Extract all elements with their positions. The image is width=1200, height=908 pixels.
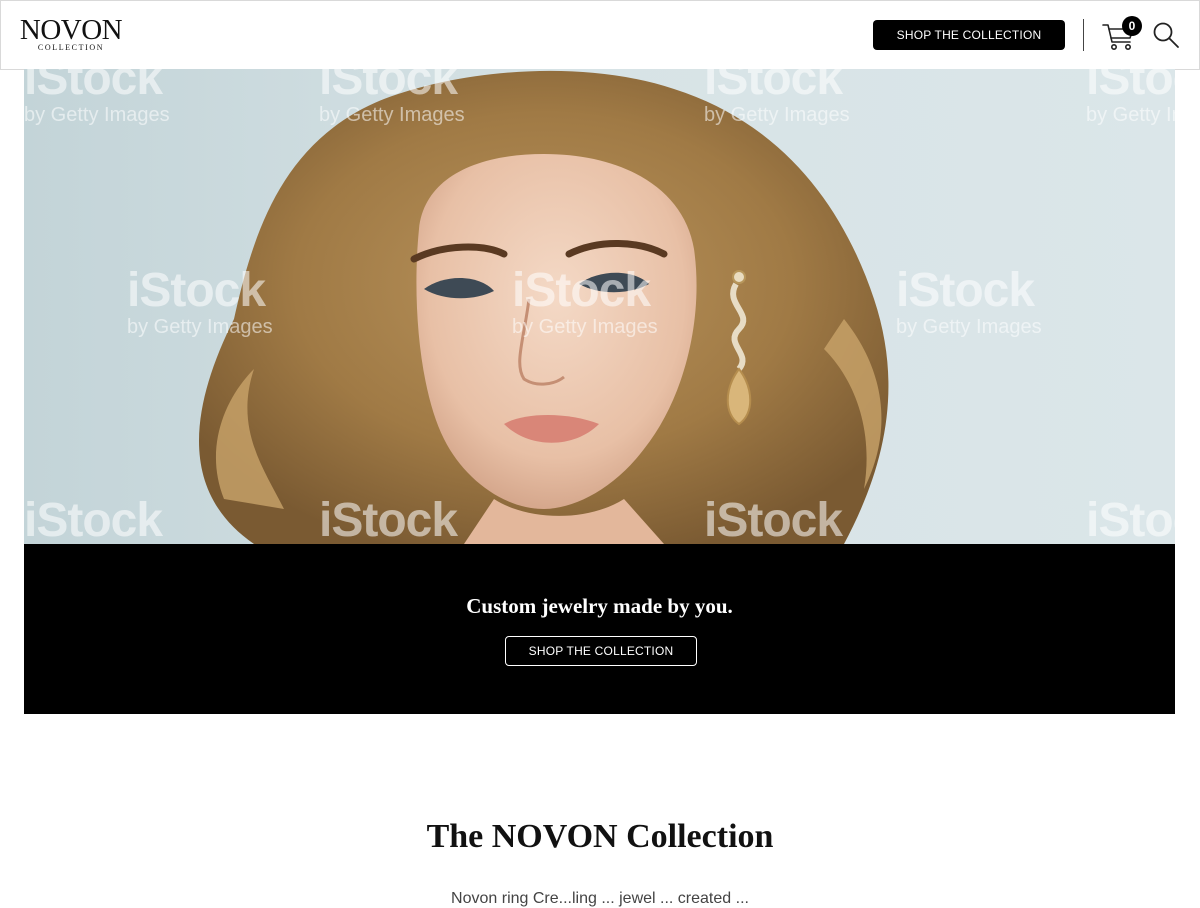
logo-subtitle: COLLECTION (37, 43, 105, 52)
cart-count-badge: 0 (1122, 16, 1142, 36)
logo-wordmark: NOVON (19, 14, 123, 46)
watermark: iStock by Getty Images (319, 69, 465, 126)
section-title: The NOVON Collection (426, 818, 774, 855)
search-icon[interactable] (1151, 20, 1181, 50)
watermark: iStock by Getty Images (704, 69, 850, 126)
banner-shop-button[interactable]: SHOP THE COLLECTION (505, 636, 697, 666)
header-divider (1083, 19, 1084, 51)
header-shop-button[interactable]: SHOP THE COLLECTION (873, 20, 1065, 50)
site-header: NOVON COLLECTION SHOP THE COLLECTION 0 (0, 0, 1200, 70)
watermark: iStock by Getty Images (24, 69, 170, 126)
watermark: iStock by Getty Images (896, 264, 1042, 338)
watermark: iStock by Getty Images (512, 264, 658, 338)
banner-tagline: Custom jewelry made by you. (466, 594, 733, 618)
logo[interactable]: NOVON COLLECTION (19, 15, 123, 55)
section-intro-text: Novon ring Cre...ling ... jewel ... crea… (451, 890, 749, 907)
watermark: iStock (319, 494, 458, 545)
hero-image: iStock by Getty Images iStock by Getty I… (24, 69, 1175, 544)
watermark: iStock by Getty Images (127, 264, 273, 338)
cta-banner: Custom jewelry made by you. SHOP THE COL… (24, 544, 1175, 714)
watermark: iStock (704, 494, 843, 545)
watermark: iStock by Getty Images (1086, 69, 1175, 126)
watermark: iStock (1086, 494, 1175, 545)
watermark: iStock (24, 494, 163, 545)
